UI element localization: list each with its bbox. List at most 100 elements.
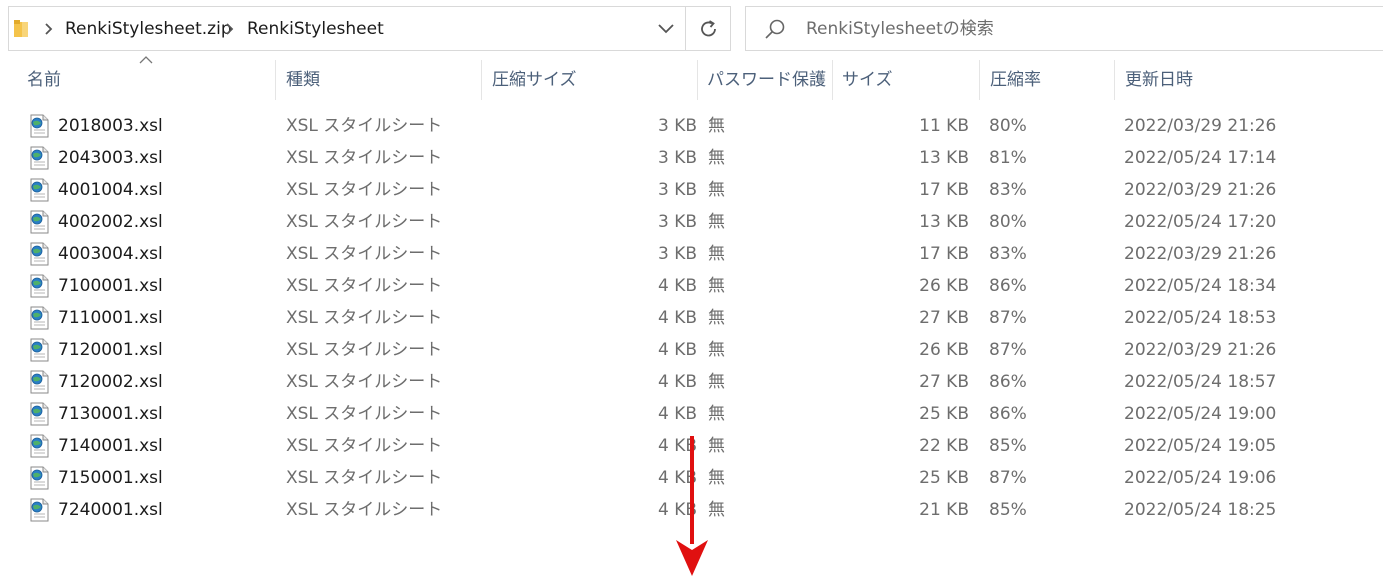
file-row[interactable]: 2043003.xsl XSL スタイルシート 3 KB 無 13 KB 81% 2022/… bbox=[0, 142, 1383, 174]
xsl-file-icon bbox=[30, 210, 49, 234]
column-divider[interactable] bbox=[1114, 60, 1115, 100]
file-row[interactable]: 4003004.xsl XSL スタイルシート 3 KB 無 17 KB 83% 2022/… bbox=[0, 238, 1383, 270]
file-ratio: 83% bbox=[989, 244, 1027, 264]
file-compressed-size: 4 KB bbox=[657, 308, 697, 328]
file-name: 7150001.xsl bbox=[58, 468, 163, 488]
file-type: XSL スタイルシート bbox=[286, 180, 443, 200]
file-password: 無 bbox=[708, 276, 725, 296]
file-row[interactable]: 7110001.xsl XSL スタイルシート 4 KB 無 27 KB 87% 2022/… bbox=[0, 302, 1383, 334]
xsl-file-icon bbox=[30, 466, 49, 490]
column-divider[interactable] bbox=[481, 60, 482, 100]
file-type: XSL スタイルシート bbox=[286, 212, 443, 232]
file-modified: 2022/03/29 21:26 bbox=[1124, 244, 1277, 264]
file-type: XSL スタイルシート bbox=[286, 244, 443, 264]
file-password: 無 bbox=[708, 180, 725, 200]
search-box[interactable]: RenkiStylesheetの検索 bbox=[745, 6, 1383, 51]
refresh-icon bbox=[700, 19, 716, 36]
refresh-button[interactable] bbox=[685, 7, 731, 50]
file-password: 無 bbox=[708, 308, 725, 328]
breadcrumb-folder[interactable]: RenkiStylesheet bbox=[247, 18, 384, 40]
file-modified: 2022/03/29 21:26 bbox=[1124, 180, 1277, 200]
file-ratio: 81% bbox=[989, 148, 1027, 168]
xsl-file-icon bbox=[30, 370, 49, 394]
file-type: XSL スタイルシート bbox=[286, 372, 443, 392]
file-password: 無 bbox=[708, 468, 725, 488]
file-compressed-size: 3 KB bbox=[657, 180, 697, 200]
xsl-file-icon bbox=[30, 178, 49, 202]
search-icon bbox=[765, 19, 785, 39]
sort-ascending-icon bbox=[139, 56, 153, 64]
file-ratio: 87% bbox=[989, 308, 1027, 328]
file-row[interactable]: 4001004.xsl XSL スタイルシート 3 KB 無 17 KB 83% 2022/… bbox=[0, 174, 1383, 206]
xsl-file-icon bbox=[30, 274, 49, 298]
column-header-name[interactable]: 名前 bbox=[27, 62, 61, 98]
file-modified: 2022/05/24 19:00 bbox=[1124, 404, 1277, 424]
column-header-compressed-size[interactable]: 圧縮サイズ bbox=[492, 62, 577, 98]
file-modified: 2022/05/24 18:25 bbox=[1124, 500, 1277, 520]
chevron-right-icon[interactable] bbox=[223, 21, 237, 37]
column-header-type[interactable]: 種類 bbox=[286, 62, 320, 98]
file-ratio: 86% bbox=[989, 372, 1027, 392]
file-row[interactable]: 7100001.xsl XSL スタイルシート 4 KB 無 26 KB 86% 2022/… bbox=[0, 270, 1383, 302]
chevron-right-icon[interactable] bbox=[42, 21, 56, 37]
file-modified: 2022/03/29 21:26 bbox=[1124, 340, 1277, 360]
file-row[interactable]: 4002002.xsl XSL スタイルシート 3 KB 無 13 KB 80% 2022/… bbox=[0, 206, 1383, 238]
file-modified: 2022/05/24 17:20 bbox=[1124, 212, 1277, 232]
file-size: 13 KB bbox=[919, 212, 969, 232]
file-ratio: 83% bbox=[989, 180, 1027, 200]
file-name: 2018003.xsl bbox=[58, 116, 163, 136]
xsl-file-icon bbox=[30, 242, 49, 266]
column-divider[interactable] bbox=[979, 60, 980, 100]
file-size: 26 KB bbox=[919, 340, 969, 360]
file-size: 27 KB bbox=[919, 308, 969, 328]
column-header-password[interactable]: パスワード保護 bbox=[707, 62, 826, 98]
file-row[interactable]: 7120001.xsl XSL スタイルシート 4 KB 無 26 KB 87% 2022/… bbox=[0, 334, 1383, 366]
file-compressed-size: 3 KB bbox=[657, 148, 697, 168]
file-type: XSL スタイルシート bbox=[286, 500, 443, 520]
file-compressed-size: 4 KB bbox=[657, 404, 697, 424]
column-header-modified[interactable]: 更新日時 bbox=[1125, 62, 1193, 98]
file-password: 無 bbox=[708, 340, 725, 360]
file-password: 無 bbox=[708, 372, 725, 392]
file-type: XSL スタイルシート bbox=[286, 436, 443, 456]
xsl-file-icon bbox=[30, 146, 49, 170]
file-modified: 2022/05/24 18:53 bbox=[1124, 308, 1277, 328]
file-name: 7100001.xsl bbox=[58, 276, 163, 296]
column-divider[interactable] bbox=[832, 60, 833, 100]
file-name: 7130001.xsl bbox=[58, 404, 163, 424]
file-ratio: 80% bbox=[989, 116, 1027, 136]
column-header-size[interactable]: サイズ bbox=[842, 62, 893, 98]
column-header-ratio[interactable]: 圧縮率 bbox=[990, 62, 1041, 98]
column-divider[interactable] bbox=[275, 60, 276, 100]
file-password: 無 bbox=[708, 244, 725, 264]
file-ratio: 87% bbox=[989, 468, 1027, 488]
file-modified: 2022/05/24 19:06 bbox=[1124, 468, 1277, 488]
address-dropdown-button[interactable] bbox=[646, 7, 686, 50]
file-type: XSL スタイルシート bbox=[286, 340, 443, 360]
file-name: 2043003.xsl bbox=[58, 148, 163, 168]
file-ratio: 86% bbox=[989, 276, 1027, 296]
file-name: 7120002.xsl bbox=[58, 372, 163, 392]
file-row[interactable]: 2018003.xsl XSL スタイルシート 3 KB 無 11 KB 80% 2022/… bbox=[0, 110, 1383, 142]
xsl-file-icon bbox=[30, 114, 49, 138]
xsl-file-icon bbox=[30, 338, 49, 362]
file-size: 11 KB bbox=[919, 116, 969, 136]
file-size: 25 KB bbox=[919, 404, 969, 424]
file-modified: 2022/05/24 19:05 bbox=[1124, 436, 1277, 456]
file-ratio: 86% bbox=[989, 404, 1027, 424]
file-size: 22 KB bbox=[919, 436, 969, 456]
file-row[interactable]: 7130001.xsl XSL スタイルシート 4 KB 無 25 KB 86% 2022/… bbox=[0, 398, 1383, 430]
file-modified: 2022/05/24 18:57 bbox=[1124, 372, 1277, 392]
breadcrumb-zip[interactable]: RenkiStylesheet.zip bbox=[65, 18, 232, 40]
xsl-file-icon bbox=[30, 434, 49, 458]
file-compressed-size: 3 KB bbox=[657, 116, 697, 136]
column-divider[interactable] bbox=[697, 60, 698, 100]
file-size: 25 KB bbox=[919, 468, 969, 488]
file-modified: 2022/03/29 21:26 bbox=[1124, 116, 1277, 136]
file-size: 27 KB bbox=[919, 372, 969, 392]
file-row[interactable]: 7120002.xsl XSL スタイルシート 4 KB 無 27 KB 86% 2022/… bbox=[0, 366, 1383, 398]
file-size: 17 KB bbox=[919, 180, 969, 200]
file-type: XSL スタイルシート bbox=[286, 148, 443, 168]
address-bar[interactable]: RenkiStylesheet.zip RenkiStylesheet bbox=[8, 6, 731, 51]
file-compressed-size: 3 KB bbox=[657, 244, 697, 264]
